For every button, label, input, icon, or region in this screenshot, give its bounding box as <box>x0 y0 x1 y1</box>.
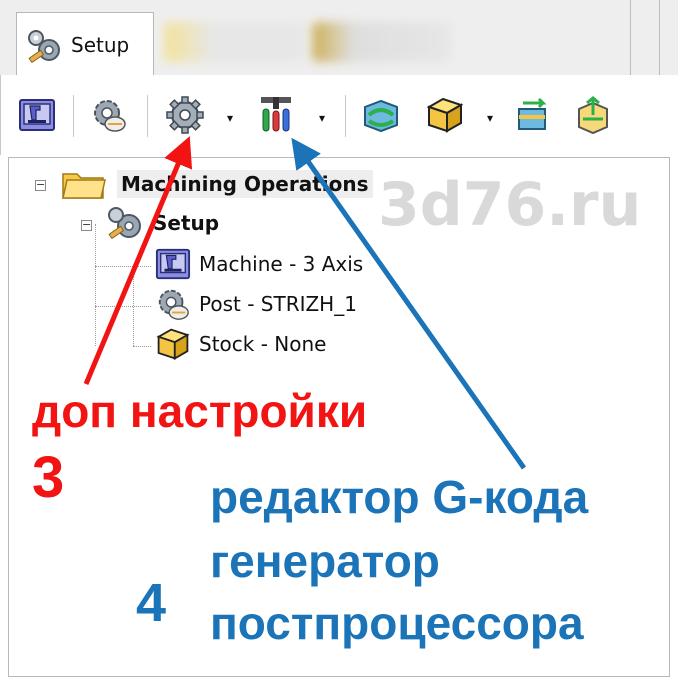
annotation-red-number: 3 <box>32 445 65 510</box>
tree-item-label: Setup <box>153 211 220 235</box>
stock-resize-button[interactable] <box>571 93 615 137</box>
tab-setup[interactable]: Setup <box>16 12 154 76</box>
tree-item-stock[interactable]: Stock - None <box>155 326 326 362</box>
blurred-tab <box>312 22 452 62</box>
additional-settings-button[interactable] <box>163 93 207 137</box>
tree-item-label: Machine - 3 Axis <box>199 252 364 276</box>
toolbar-separator <box>147 95 148 137</box>
stock-dropdown-arrow[interactable]: ▾ <box>487 111 493 125</box>
tree-item-setup[interactable]: Setup <box>105 204 219 242</box>
annotation-red-label: доп настройки <box>32 385 368 437</box>
settings-dropdown-arrow[interactable]: ▾ <box>227 111 233 125</box>
stock-transform-icon <box>513 95 553 135</box>
tree-connector <box>133 266 134 346</box>
tree-item-post[interactable]: Post - STRIZH_1 <box>155 286 357 322</box>
annotation-blue-line: генератор <box>210 535 440 587</box>
stock-update-icon <box>361 95 401 135</box>
stock-button[interactable] <box>423 93 467 137</box>
post-button[interactable] <box>87 93 131 137</box>
annotation-blue-line: редактор G-кода <box>210 471 589 523</box>
tree-connector <box>133 346 151 347</box>
tree-connector <box>95 306 151 307</box>
blurred-tab <box>164 22 304 62</box>
stock-resize-icon <box>573 95 613 135</box>
gear-icon <box>165 95 205 135</box>
annotation-blue-number: 4 <box>136 573 167 633</box>
expand-toggle[interactable]: − <box>81 219 92 231</box>
folder-icon <box>61 166 109 202</box>
stock-cube-icon <box>425 95 465 135</box>
tree-item-machine[interactable]: Machine - 3 Axis <box>155 246 363 282</box>
tab-strip: Setup <box>0 0 678 76</box>
post-gear-icon <box>155 286 191 322</box>
expand-toggle[interactable]: − <box>35 179 46 191</box>
annotation-blue-line: постпроцессора <box>210 597 584 649</box>
tree-connector <box>95 266 151 267</box>
tools-icon <box>255 95 299 135</box>
toolbar-separator <box>345 95 346 137</box>
tree-item-label: Post - STRIZH_1 <box>199 292 357 316</box>
tab-setup-label: Setup <box>71 32 130 57</box>
tree-item-machining-operations[interactable]: Machining Operations <box>61 166 373 202</box>
gcode-dropdown-arrow[interactable]: ▾ <box>319 111 325 125</box>
window-frame <box>630 0 660 75</box>
toolbar-separator <box>73 95 74 137</box>
machine-icon <box>155 246 191 282</box>
machine-button[interactable] <box>15 93 59 137</box>
tree-item-label: Stock - None <box>199 332 327 356</box>
setup-gears-icon <box>25 26 63 64</box>
post-gear-icon <box>90 96 128 134</box>
stock-update-button[interactable] <box>359 93 403 137</box>
stock-transform-button[interactable] <box>511 93 555 137</box>
watermark: 3d76.ru <box>378 170 642 240</box>
stock-cube-icon <box>155 326 191 362</box>
machine-icon <box>18 96 56 134</box>
tree-item-label: Machining Operations <box>117 170 373 198</box>
gcode-editor-button[interactable] <box>255 93 299 137</box>
tree-connector <box>95 224 96 346</box>
setup-gears-icon <box>105 204 145 242</box>
toolbar: ▾ ▾ ▾ <box>0 75 678 155</box>
